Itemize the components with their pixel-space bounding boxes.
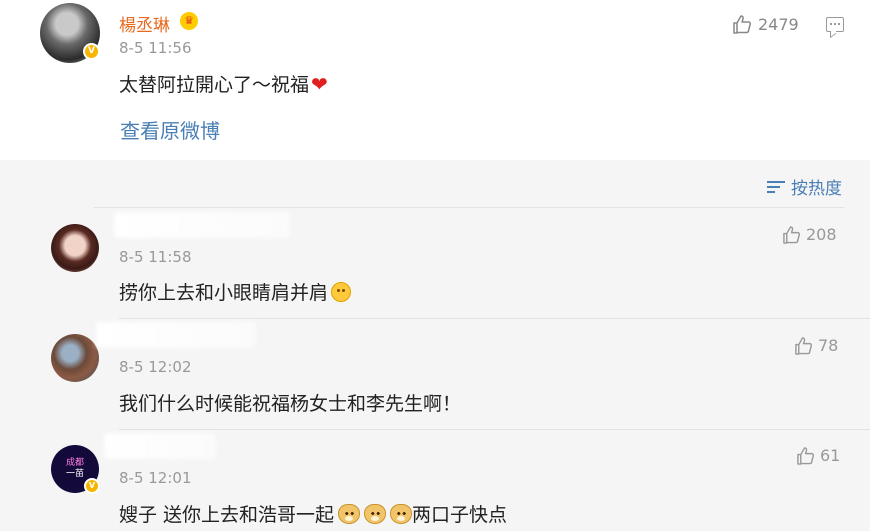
comment-like-button[interactable]: 61 bbox=[796, 446, 840, 465]
commenter-name-redacted bbox=[104, 433, 216, 459]
comment-text-content: 嫂子 送你上去和浩哥一起 bbox=[119, 504, 335, 526]
comment-text-content: 捞你上去和小眼睛肩并肩 bbox=[119, 282, 329, 304]
comment-text-tail: 两口子快点 bbox=[412, 504, 508, 526]
comment-like-button[interactable]: 78 bbox=[794, 336, 838, 355]
sort-by-hot-button[interactable]: 按热度 bbox=[767, 174, 842, 199]
divider bbox=[94, 207, 844, 208]
post-like-count: 2479 bbox=[758, 15, 799, 34]
post-like-button[interactable]: 2479 bbox=[732, 15, 799, 34]
divider bbox=[119, 318, 870, 319]
comment-timestamp: 8-5 12:01 bbox=[119, 469, 192, 487]
verified-badge-icon: V bbox=[83, 43, 100, 60]
post-text: 太替阿拉開心了～祝福 ❤ bbox=[119, 70, 328, 97]
member-crown-icon: ♛ bbox=[180, 12, 198, 30]
commenter-avatar[interactable] bbox=[51, 224, 99, 272]
commenter-name-redacted bbox=[114, 212, 290, 238]
divider bbox=[119, 429, 870, 430]
thumbs-up-icon bbox=[733, 15, 752, 34]
comment-timestamp: 8-5 11:58 bbox=[119, 248, 192, 266]
comment-text-content: 我们什么时候能祝福杨女士和李先生啊！ bbox=[119, 393, 462, 415]
comment-like-count: 61 bbox=[820, 446, 841, 465]
dog-face-emoji-icon bbox=[390, 503, 413, 524]
sort-icon bbox=[767, 179, 785, 195]
heart-emoji-icon: ❤ bbox=[311, 72, 328, 96]
verified-badge-icon: V bbox=[84, 478, 100, 494]
commenter-avatar[interactable] bbox=[51, 334, 99, 382]
comments-panel: 按热度 8-5 11:58 捞你上去和小眼睛肩并肩 208 8-5 12:02 … bbox=[24, 160, 870, 531]
author-name[interactable]: 楊丞琳 bbox=[119, 11, 170, 36]
sort-label: 按热度 bbox=[791, 179, 842, 199]
main-post: V 楊丞琳 ♛ 8-5 11:56 太替阿拉開心了～祝福 ❤ 查看原微博 2479 bbox=[0, 0, 870, 160]
post-timestamp: 8-5 11:56 bbox=[119, 39, 192, 57]
avatar-text: 成都 bbox=[65, 458, 84, 468]
comment-text: 捞你上去和小眼睛肩并肩 bbox=[119, 278, 352, 305]
post-text-content: 太替阿拉開心了～祝福 bbox=[119, 74, 310, 96]
comment-timestamp: 8-5 12:02 bbox=[119, 358, 192, 376]
comment-icon[interactable] bbox=[826, 17, 844, 32]
dog-face-emoji-icon bbox=[338, 503, 361, 524]
thumbs-up-icon bbox=[797, 446, 815, 465]
commenter-name-redacted bbox=[96, 322, 256, 348]
dog-face-emoji-icon bbox=[364, 503, 387, 524]
comment-text: 嫂子 送你上去和浩哥一起 两口子快点 bbox=[119, 500, 507, 527]
comment-like-count: 78 bbox=[818, 336, 839, 355]
comment-like-count: 208 bbox=[806, 225, 837, 244]
view-original-link[interactable]: 查看原微博 bbox=[120, 115, 220, 144]
thumbs-up-icon bbox=[783, 225, 801, 244]
comment-like-button[interactable]: 208 bbox=[782, 225, 837, 244]
comment-text: 我们什么时候能祝福杨女士和李先生啊！ bbox=[119, 389, 461, 416]
thumbs-up-icon bbox=[795, 336, 813, 355]
drooling-face-emoji-icon bbox=[331, 281, 352, 302]
